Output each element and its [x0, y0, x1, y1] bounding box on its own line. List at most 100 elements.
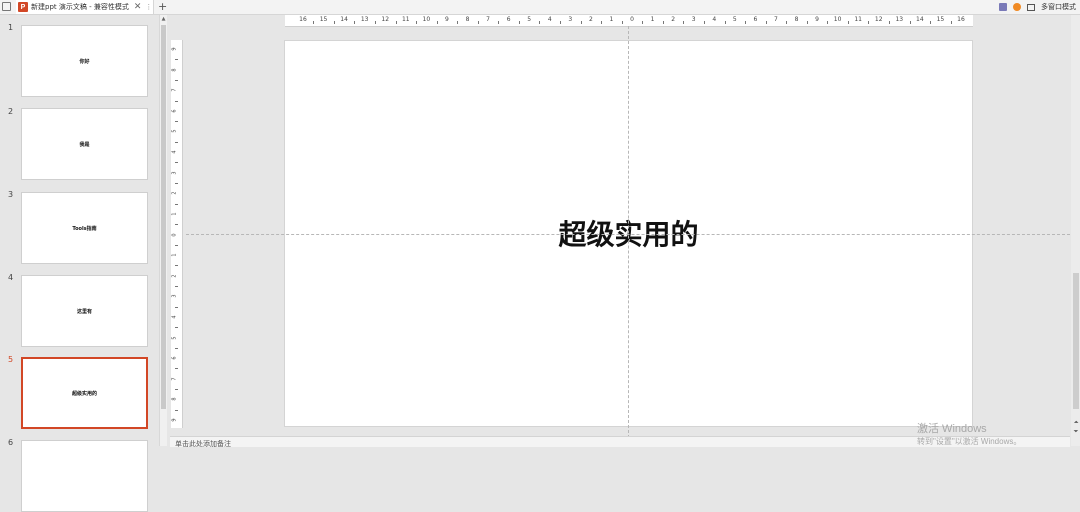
editor-scrollbar[interactable]: ⏶ ⏷: [1071, 15, 1080, 446]
thumbnail-scrollbar[interactable]: ▲: [159, 15, 167, 446]
vertical-ruler: 9 8 7 6 5 4 3 2 1 0 1 2 3 4 5 6 7 8 9: [171, 40, 183, 428]
slide-number: 2: [8, 107, 14, 116]
ruler-tick: [560, 21, 562, 24]
settings-icon[interactable]: [1013, 3, 1021, 11]
ruler-tick: [806, 21, 808, 24]
ruler-tick: [662, 21, 664, 24]
ruler-label: 10: [833, 16, 842, 23]
ruler-tick: [950, 21, 952, 24]
ruler-tick: [175, 224, 178, 226]
ruler-label: 10: [422, 16, 431, 23]
ruler-label: 16: [957, 16, 965, 23]
slide-thumbnail-1[interactable]: 你好: [21, 25, 148, 97]
slide-thumbnail-4[interactable]: 这里有: [21, 275, 148, 347]
slide-thumbnail-6[interactable]: [21, 440, 148, 512]
new-tab-button[interactable]: +: [158, 0, 167, 14]
multi-window-mode-button[interactable]: 多窗口模式: [1041, 2, 1076, 12]
document-tab-title: 新建ppt 演示文稿 - 兼容性模式: [31, 3, 129, 11]
slide-thumbnail-title: 你好: [79, 58, 90, 65]
ruler-label: 6: [506, 16, 511, 23]
more-icon[interactable]: ⋮: [145, 3, 152, 11]
ruler-tick: [868, 21, 870, 24]
ruler-tick: [580, 21, 582, 24]
ruler-label: 5: [732, 16, 737, 23]
thumbnail-scroll-thumb[interactable]: [161, 25, 166, 409]
ruler-label: 11: [854, 16, 863, 23]
slide-thumbnail-title: 这里有: [76, 308, 92, 315]
ruler-label: 7: [486, 16, 490, 23]
ruler-label: 2: [171, 274, 178, 278]
ruler-label: 7: [171, 88, 178, 92]
ruler-label: 9: [815, 16, 819, 23]
ruler-label: 14: [916, 16, 924, 23]
ruler-label: 4: [171, 315, 178, 319]
next-slide-icon[interactable]: ⏷: [1072, 428, 1080, 436]
ruler-label: 8: [171, 68, 178, 72]
editor-scroll-thumb[interactable]: [1073, 273, 1079, 409]
ruler-tick: [175, 162, 178, 164]
ruler-tick: [175, 182, 178, 184]
windows-activation-watermark: 激活 Windows 转到"设置"以激活 Windows。: [917, 420, 1021, 447]
ruler-tick: [703, 21, 705, 24]
ruler-label: 2: [171, 191, 178, 195]
notes-placeholder: 单击此处添加备注: [175, 440, 231, 448]
tabbar-right-tools: 多窗口模式: [999, 0, 1076, 14]
ruler-label: 8: [465, 16, 470, 23]
ruler-tick: [909, 21, 911, 24]
ruler-label: 13: [360, 16, 369, 23]
slide-number: 3: [8, 190, 14, 199]
slide-number: 1: [8, 23, 14, 32]
ruler-label: 9: [171, 418, 178, 422]
scroll-up-icon[interactable]: ▲: [160, 16, 167, 22]
ruler-label: 3: [171, 171, 178, 175]
slide-thumbnail-5[interactable]: 超级实用的: [21, 357, 148, 429]
ruler-label: 1: [609, 16, 614, 23]
slide-thumbnail-title: 超级实用的: [71, 390, 97, 397]
ruler-tick: [416, 21, 418, 24]
ruler-tick: [457, 21, 459, 24]
ruler-tick: [765, 21, 767, 24]
slide-thumbnail-title: Tools指南: [72, 225, 97, 232]
slide-thumbnail-2[interactable]: 我是: [21, 108, 148, 180]
ruler-tick: [847, 21, 849, 24]
ruler-label: 2: [671, 16, 676, 23]
ruler-tick: [601, 21, 603, 24]
ruler-label: 5: [527, 16, 532, 23]
ruler-label: 1: [171, 212, 178, 216]
ruler-tick: [683, 21, 685, 24]
ruler-label: 4: [547, 16, 552, 23]
tab-bar: P 新建ppt 演示文稿 - 兼容性模式 ✕ ⋮ + 多窗口模式: [0, 0, 1080, 15]
slide-number: 4: [8, 273, 14, 282]
document-tab[interactable]: P 新建ppt 演示文稿 - 兼容性模式 ✕ ⋮: [16, 0, 154, 14]
ruler-label: 9: [445, 16, 449, 23]
ruler-label: 3: [568, 16, 573, 23]
ruler-tick: [786, 21, 788, 24]
ruler-tick: [175, 347, 178, 349]
ruler-label: 7: [774, 16, 778, 23]
ruler-tick: [175, 79, 178, 81]
ruler-tick: [827, 21, 829, 24]
ruler-label: 14: [340, 16, 348, 23]
ruler-label: 7: [171, 377, 178, 381]
ruler-label: 6: [171, 356, 178, 360]
ruler-tick: [175, 368, 178, 370]
ruler-label: 5: [171, 129, 178, 134]
previous-slide-icon[interactable]: ⏶: [1072, 419, 1080, 427]
home-icon[interactable]: [2, 2, 11, 11]
slide-thumbnail-3[interactable]: Tools指南: [21, 192, 148, 264]
ruler-tick: [621, 21, 623, 24]
ruler-tick: [175, 141, 178, 143]
ruler-label: 9: [171, 47, 178, 51]
ruler-tick: [175, 265, 178, 267]
ruler-tick: [539, 21, 541, 24]
close-tab-icon[interactable]: ✕: [134, 2, 142, 12]
ruler-tick: [175, 286, 178, 288]
ruler-label: 3: [691, 16, 696, 23]
window-icon[interactable]: [1027, 3, 1035, 11]
ruler-tick: [518, 21, 520, 24]
ruler-tick: [930, 21, 932, 24]
horizontal-guide: [186, 234, 1070, 235]
ppt-file-icon: P: [18, 2, 28, 12]
skin-icon[interactable]: [999, 3, 1007, 11]
ruler-tick: [175, 203, 178, 205]
